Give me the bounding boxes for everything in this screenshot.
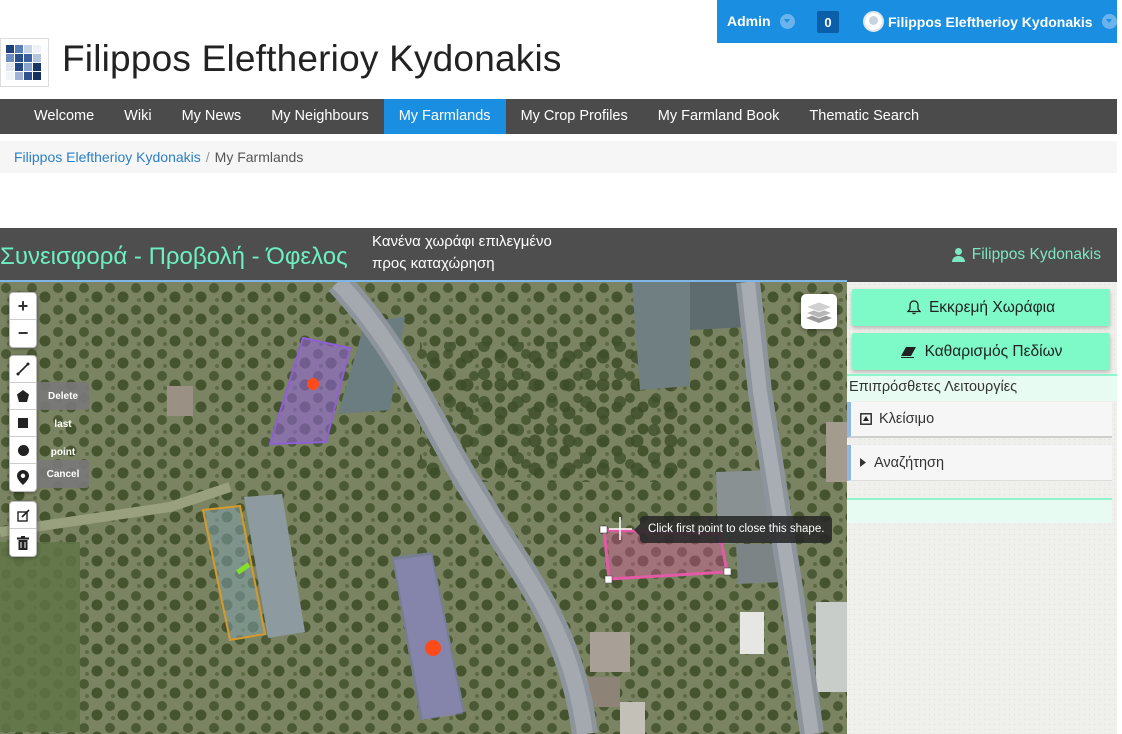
site-title: Filippos Eleftherioy Kydonakis xyxy=(62,38,562,79)
nav-item-my-neighbours[interactable]: My Neighbours xyxy=(256,99,384,134)
layers-button[interactable] xyxy=(801,294,837,329)
main-nav: Welcome Wiki My News My Neighbours My Fa… xyxy=(0,99,1117,134)
nav-item-my-farmlands[interactable]: My Farmlands xyxy=(383,99,506,134)
satellite-imagery xyxy=(0,282,847,734)
draw-toolbar xyxy=(9,355,37,492)
app-header: Συνεισφορά - Προβολή - Όφελος Κανένα χωρ… xyxy=(0,228,1117,282)
nav-item-wiki[interactable]: Wiki xyxy=(109,99,166,134)
draw-rectangle-icon[interactable] xyxy=(10,410,36,437)
selection-status-line2: προς καταχώρηση xyxy=(372,255,495,272)
close-label: Κλείσιμο xyxy=(879,411,935,427)
nav-item-thematic-search[interactable]: Thematic Search xyxy=(794,99,934,134)
user-menu-name: Filippos Eleftherioy Kydonakis xyxy=(888,13,1093,30)
side-panel: Εκκρεμή Χωράφια Καθαρισμός Πεδίων Επιπρό… xyxy=(847,282,1117,734)
selection-status: Κανένα χωράφι επιλεγμένο προς καταχώρηση xyxy=(372,231,592,275)
eraser-icon xyxy=(900,346,916,358)
delete-layers-icon[interactable] xyxy=(10,529,36,556)
breadcrumb-separator: / xyxy=(205,149,210,165)
nav-item-my-farmland-book[interactable]: My Farmland Book xyxy=(643,99,795,134)
nav-item-welcome[interactable]: Welcome xyxy=(0,99,109,134)
map-view[interactable]: + − Delete last point Cancel Click first… xyxy=(0,282,847,734)
user-icon xyxy=(951,248,965,262)
admin-bar: Admin 0 Filippos Eleftherioy Kydonakis xyxy=(717,0,1117,43)
delete-label: Delete xyxy=(47,390,78,402)
breadcrumb-current: My Farmlands xyxy=(214,149,304,165)
layers-icon xyxy=(805,301,833,323)
zoom-control: + − xyxy=(9,292,37,348)
breadcrumb: Filippos Eleftherioy Kydonakis / My Farmla… xyxy=(0,141,1117,173)
close-panel-row[interactable]: Κλείσιμο xyxy=(847,402,1112,438)
clear-fields-button[interactable]: Καθαρισμός Πεδίων xyxy=(852,333,1110,370)
clear-fields-label: Καθαρισμός Πεδίων xyxy=(924,342,1063,360)
edit-layers-icon[interactable] xyxy=(10,502,36,529)
breadcrumb-home-link[interactable]: Filippos Eleftherioy Kydonakis xyxy=(14,149,201,165)
close-box-icon xyxy=(860,413,872,425)
zoom-out-button[interactable]: − xyxy=(10,320,36,347)
bell-icon xyxy=(906,300,921,315)
delete-last-label: last xyxy=(54,418,72,430)
delete-last-point-button[interactable]: Delete xyxy=(37,382,89,410)
caret-right-icon xyxy=(860,458,866,467)
panel-green-strip xyxy=(847,498,1112,523)
nav-item-my-news[interactable]: My News xyxy=(167,99,257,134)
search-accordion-row[interactable]: Αναζήτηση xyxy=(847,445,1112,481)
app-title: Συνεισφορά - Προβολή - Όφελος xyxy=(0,243,348,270)
nav-item-my-crop-profiles[interactable]: My Crop Profiles xyxy=(506,99,643,134)
cancel-drawing-button[interactable]: Cancel xyxy=(37,460,89,488)
pending-fields-label: Εκκρεμή Χωράφια xyxy=(928,298,1056,316)
draw-marker-icon[interactable] xyxy=(10,464,36,491)
avatar xyxy=(863,11,884,32)
app-user[interactable]: Filippos Kydonakis xyxy=(951,246,1101,264)
admin-dropdown-icon xyxy=(779,13,795,29)
draw-actions: Delete last point Cancel xyxy=(37,382,89,488)
admin-menu[interactable]: Admin xyxy=(727,13,795,29)
draw-circle-icon[interactable] xyxy=(10,437,36,464)
admin-label: Admin xyxy=(727,13,771,29)
search-label: Αναζήτηση xyxy=(874,454,945,471)
draw-polyline-icon[interactable] xyxy=(10,356,36,383)
edit-toolbar xyxy=(9,501,37,557)
notification-count-badge[interactable]: 0 xyxy=(817,11,839,33)
extra-functions-title: Επιπρόσθετες Λειτουργίες xyxy=(847,374,1117,401)
zoom-in-button[interactable]: + xyxy=(10,293,36,320)
pending-fields-button[interactable]: Εκκρεμή Χωράφια xyxy=(852,289,1110,326)
draw-tooltip: Click first point to close this shape. xyxy=(633,516,833,543)
app-user-name: Filippos Kydonakis xyxy=(971,246,1101,263)
selection-status-line1: Κανένα χωράφι επιλεγμένο xyxy=(372,233,552,250)
draw-polygon-icon[interactable] xyxy=(10,383,36,410)
site-logo[interactable] xyxy=(0,38,49,87)
user-menu[interactable]: Filippos Eleftherioy Kydonakis xyxy=(863,11,1117,32)
user-dropdown-icon xyxy=(1101,14,1117,29)
